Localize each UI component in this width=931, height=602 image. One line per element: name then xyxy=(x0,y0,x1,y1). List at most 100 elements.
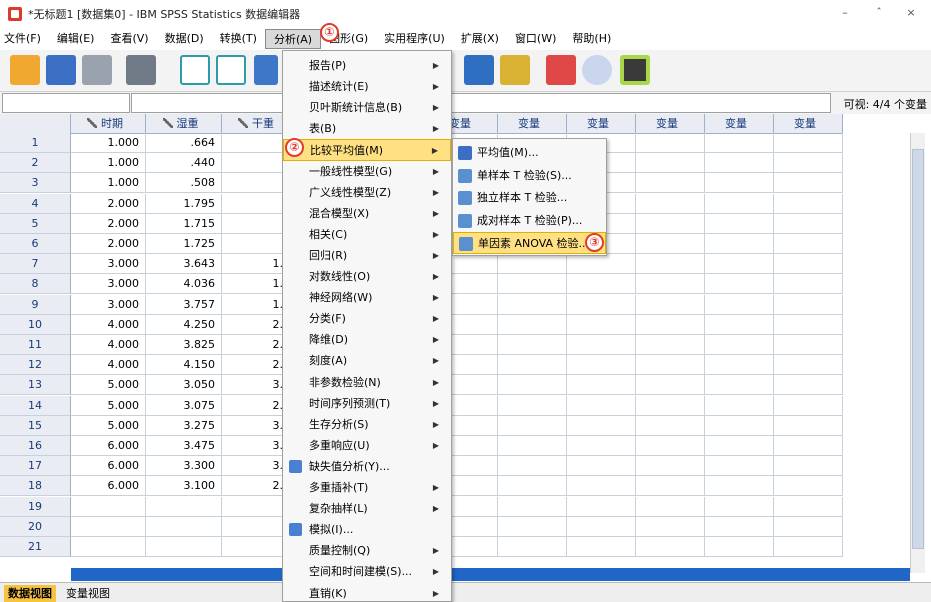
menu-utilities[interactable]: 实用程序(U) xyxy=(376,29,453,49)
data-cell[interactable]: 4.036 xyxy=(146,274,222,295)
compare-means-item[interactable]: 平均值(M)... xyxy=(453,142,606,164)
cell-reference-field[interactable] xyxy=(2,93,130,113)
open-folder-icon[interactable] xyxy=(10,55,40,85)
data-cell[interactable]: 5.000 xyxy=(71,375,146,396)
column-header[interactable]: 变量 xyxy=(567,114,636,134)
analyze-menu-item[interactable]: 缺失值分析(Y)... xyxy=(283,456,451,478)
data-cell[interactable]: 5.000 xyxy=(71,395,146,416)
analyze-menu-item[interactable]: 回归(R) ▶ xyxy=(283,245,451,267)
row-number[interactable]: 6 xyxy=(0,234,71,254)
data-cell[interactable] xyxy=(636,213,705,234)
menu-transform[interactable]: 转换(T) xyxy=(212,29,265,49)
data-cell[interactable] xyxy=(705,355,774,376)
data-cell[interactable] xyxy=(705,254,774,275)
data-cell[interactable] xyxy=(705,133,774,153)
data-cell[interactable] xyxy=(705,153,774,174)
row-number[interactable]: 10 xyxy=(0,314,71,335)
column-header[interactable]: 时期 xyxy=(71,114,146,134)
row-number[interactable]: 2 xyxy=(0,153,71,174)
data-cell[interactable] xyxy=(71,516,146,537)
use-sets-icon[interactable] xyxy=(582,55,612,85)
data-cell[interactable] xyxy=(774,537,843,557)
data-cell[interactable] xyxy=(774,476,843,497)
data-cell[interactable] xyxy=(636,294,705,315)
analyze-menu-item[interactable]: 相关(C) ▶ xyxy=(283,224,451,246)
data-cell[interactable] xyxy=(71,537,146,557)
data-cell[interactable] xyxy=(498,375,567,396)
select-cases-icon[interactable] xyxy=(500,55,530,85)
data-cell[interactable] xyxy=(636,537,705,557)
analyze-menu-item[interactable]: 空间和时间建模(S)... ▶ xyxy=(283,561,451,583)
analyze-menu-item[interactable]: 质量控制(Q) ▶ xyxy=(283,540,451,562)
data-cell[interactable] xyxy=(705,335,774,355)
data-cell[interactable] xyxy=(774,173,843,194)
data-cell[interactable] xyxy=(636,456,705,477)
data-cell[interactable] xyxy=(498,335,567,355)
data-cell[interactable] xyxy=(705,314,774,335)
data-cell[interactable]: 4.150 xyxy=(146,355,222,376)
analyze-menu-item[interactable]: 对数线性(O) ▶ xyxy=(283,266,451,288)
data-cell[interactable]: 3.100 xyxy=(146,476,222,497)
analyze-menu-item[interactable]: 模拟(I)... xyxy=(283,519,451,541)
data-cell[interactable] xyxy=(567,496,636,517)
data-cell[interactable] xyxy=(498,516,567,537)
add-icon[interactable] xyxy=(620,55,650,85)
data-cell[interactable]: 3.300 xyxy=(146,456,222,477)
data-cell[interactable] xyxy=(636,173,705,194)
data-cell[interactable] xyxy=(567,415,636,436)
row-number[interactable]: 5 xyxy=(0,213,71,234)
data-cell[interactable] xyxy=(498,314,567,335)
data-cell[interactable]: 3.475 xyxy=(146,436,222,456)
minimize-button[interactable]: – xyxy=(836,6,854,19)
analyze-menu-item[interactable]: 时间序列预测(T) ▶ xyxy=(283,393,451,415)
data-cell[interactable] xyxy=(705,234,774,254)
analyze-menu-item[interactable]: 神经网络(W) ▶ xyxy=(283,287,451,309)
analyze-menu-item[interactable]: 生存分析(S) ▶ xyxy=(283,414,451,436)
cell-value-field[interactable] xyxy=(131,93,831,113)
data-cell[interactable] xyxy=(774,193,843,214)
data-cell[interactable] xyxy=(636,476,705,497)
data-cell[interactable] xyxy=(774,355,843,376)
data-cell[interactable] xyxy=(567,355,636,376)
analyze-menu-item[interactable]: 分类(F) ▶ xyxy=(283,308,451,330)
data-cell[interactable] xyxy=(705,496,774,517)
row-number[interactable]: 17 xyxy=(0,456,71,477)
data-cell[interactable] xyxy=(774,294,843,315)
data-cell[interactable]: 3.000 xyxy=(71,254,146,275)
data-cell[interactable] xyxy=(705,294,774,315)
data-cell[interactable] xyxy=(636,415,705,436)
data-cell[interactable] xyxy=(636,193,705,214)
column-header[interactable]: 变量 xyxy=(498,114,567,134)
row-number[interactable]: 4 xyxy=(0,193,71,214)
data-cell[interactable]: 3.000 xyxy=(71,274,146,295)
row-number[interactable]: 3 xyxy=(0,173,71,194)
data-cell[interactable]: .440 xyxy=(146,153,222,174)
save-icon[interactable] xyxy=(46,55,76,85)
analyze-menu-item[interactable]: 表(B) ▶ xyxy=(283,118,451,140)
data-cell[interactable] xyxy=(774,234,843,254)
data-cell[interactable] xyxy=(774,314,843,335)
analyze-menu-item[interactable]: 刻度(A) ▶ xyxy=(283,350,451,372)
menu-window[interactable]: 窗口(W) xyxy=(507,29,564,49)
row-number[interactable]: 21 xyxy=(0,537,71,557)
data-cell[interactable] xyxy=(705,415,774,436)
data-cell[interactable]: 4.000 xyxy=(71,314,146,335)
data-cell[interactable] xyxy=(774,436,843,456)
data-cell[interactable]: 2.000 xyxy=(71,213,146,234)
data-cell[interactable] xyxy=(498,476,567,497)
row-number[interactable]: 15 xyxy=(0,415,71,436)
data-cell[interactable]: 2.000 xyxy=(71,234,146,254)
data-cell[interactable]: .664 xyxy=(146,133,222,153)
data-cell[interactable] xyxy=(705,537,774,557)
analyze-menu-item[interactable]: 一般线性模型(G) ▶ xyxy=(283,161,451,183)
column-header[interactable]: 湿重 xyxy=(146,114,222,134)
data-cell[interactable] xyxy=(567,314,636,335)
data-cell[interactable] xyxy=(774,254,843,275)
data-cell[interactable] xyxy=(774,133,843,153)
menu-data[interactable]: 数据(D) xyxy=(157,29,212,49)
data-cell[interactable] xyxy=(636,395,705,416)
data-cell[interactable] xyxy=(71,496,146,517)
data-cell[interactable]: 1.000 xyxy=(71,173,146,194)
data-cell[interactable] xyxy=(705,395,774,416)
analyze-menu-item[interactable]: 混合模型(X) ▶ xyxy=(283,203,451,225)
